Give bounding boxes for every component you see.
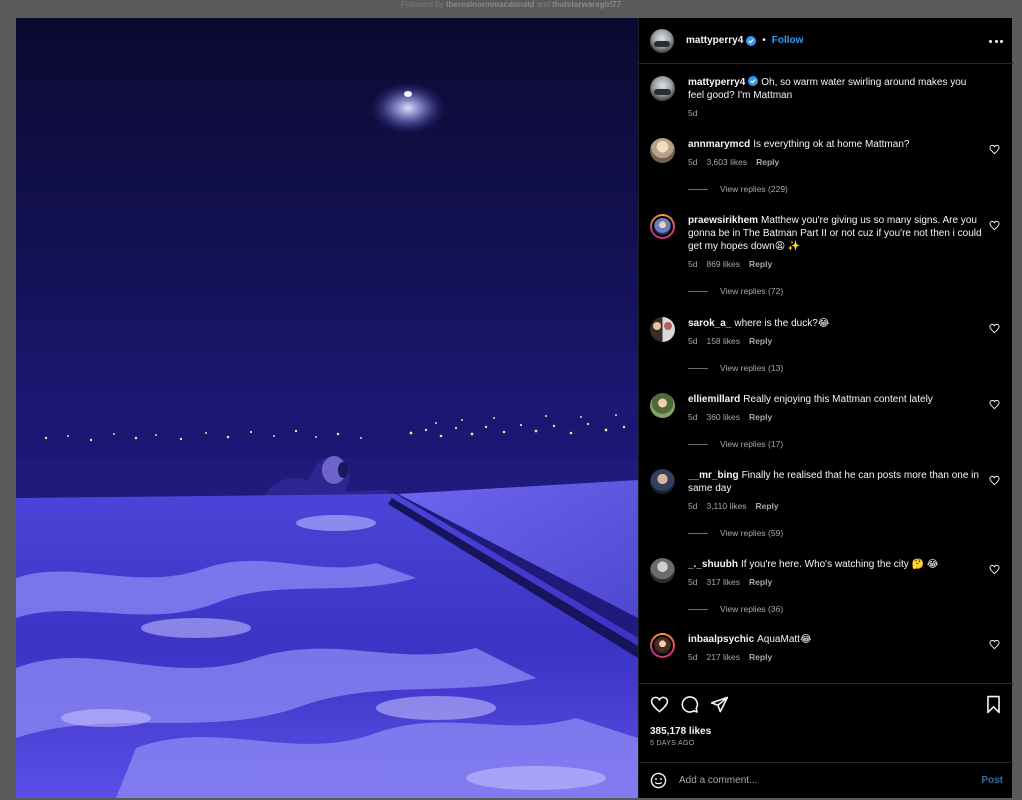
comment-item: __mr_bing Finally he realised that he can… [650, 469, 1000, 538]
followed-by-joiner: and [536, 0, 550, 9]
view-replies-label: View replies (13) [720, 363, 784, 373]
comment-time[interactable]: 5d [688, 336, 697, 346]
commenter-username[interactable]: praewsirikhem [688, 215, 758, 226]
commenter-username[interactable]: inbaalpsychic [688, 634, 754, 645]
comment-time[interactable]: 5d [688, 259, 697, 269]
comment-text: Is everything ok at home Mattman? [753, 139, 910, 150]
share-icon[interactable] [710, 695, 729, 714]
comment-likes[interactable]: 3,110 likes [706, 501, 746, 511]
commenter-avatar[interactable] [650, 558, 675, 583]
heart-icon[interactable] [989, 144, 1000, 155]
verified-icon [746, 35, 757, 46]
comment-time[interactable]: 5d [688, 157, 697, 167]
caption-time[interactable]: 5d [688, 108, 697, 118]
comment-time[interactable]: 5d [688, 577, 697, 587]
followed-by-prefix: Followed by [400, 0, 444, 9]
author-avatar[interactable] [650, 28, 674, 53]
heart-icon[interactable] [989, 639, 1000, 650]
view-replies-label: View replies (72) [720, 286, 784, 296]
view-replies-label: View replies (59) [720, 528, 784, 538]
commenter-avatar[interactable] [650, 469, 675, 494]
commenter-avatar[interactable] [650, 393, 675, 418]
view-replies-label: View replies (229) [720, 184, 788, 194]
view-replies-button[interactable]: View replies (59) [688, 528, 984, 538]
bookmark-icon[interactable] [984, 695, 1003, 714]
comment-item: sarok_a_ where is the duck?😂 5d 158 likes R… [650, 317, 1000, 373]
caption-avatar[interactable] [650, 76, 675, 101]
post-photo[interactable] [16, 18, 638, 798]
view-replies-button[interactable]: View replies (17) [688, 439, 984, 449]
add-comment-bar: Post [639, 762, 1013, 798]
reply-button[interactable]: Reply [749, 652, 772, 662]
comment-time[interactable]: 5d [688, 412, 697, 422]
comment-time[interactable]: 5d [688, 501, 697, 511]
comment-likes[interactable]: 317 likes [706, 577, 740, 587]
reply-button[interactable]: Reply [755, 501, 778, 511]
reply-button[interactable]: Reply [749, 577, 772, 587]
post-date[interactable]: 5 DAYS AGO [650, 740, 695, 747]
follow-button[interactable]: Follow [772, 35, 804, 46]
commenter-avatar[interactable] [650, 138, 675, 163]
comment-input[interactable] [679, 775, 959, 786]
heart-icon[interactable] [989, 323, 1000, 334]
reply-button[interactable]: Reply [749, 259, 772, 269]
commenter-username[interactable]: __mr_bing [688, 470, 739, 481]
comment-icon[interactable] [680, 695, 699, 714]
heart-icon[interactable] [989, 475, 1000, 486]
followed-by-user-1[interactable]: therealnormmacdonald [446, 0, 534, 9]
header-separator: • [762, 35, 766, 46]
like-count[interactable]: 385,178 likes [650, 726, 711, 737]
comments-list[interactable]: mattyperry4 Oh, so warm water swirling ar… [639, 65, 1013, 683]
commenter-username[interactable]: _._shuubh [688, 559, 738, 570]
view-replies-button[interactable]: View replies (36) [688, 604, 984, 614]
more-icon[interactable] [989, 34, 1003, 48]
reply-button[interactable]: Reply [756, 157, 779, 167]
comment-item: annmarymcd Is everything ok at home Mattm… [650, 138, 1000, 194]
commenter-username[interactable]: sarok_a_ [688, 318, 731, 329]
comment-text: If you're here. Who's watching the city … [741, 559, 939, 570]
followed-by-bar: Followed by therealnormmacdonald and tha… [0, 0, 1022, 18]
view-replies-button[interactable]: View replies (229) [688, 184, 984, 194]
post-side-panel: mattyperry4 • Follow mattyperry4 Oh, so w… [638, 18, 1013, 798]
comment-text: AquaMatt😂 [757, 634, 812, 645]
view-replies-label: View replies (36) [720, 604, 784, 614]
comment-text: where is the duck?😂 [734, 318, 830, 329]
post-caption: mattyperry4 Oh, so warm water swirling ar… [650, 76, 1000, 118]
commenter-avatar[interactable] [650, 317, 675, 342]
reply-button[interactable]: Reply [749, 336, 772, 346]
author-username[interactable]: mattyperry4 [686, 35, 743, 46]
post-header: mattyperry4 • Follow [639, 18, 1013, 64]
commenter-avatar[interactable] [650, 214, 675, 239]
heart-icon[interactable] [650, 695, 669, 714]
comment-item: elliemillard Really enjoying this Mattman… [650, 393, 1000, 449]
reply-button[interactable]: Reply [749, 412, 772, 422]
comment-item: praewsirikhem Matthew you're giving us so… [650, 214, 1000, 296]
comment-likes[interactable]: 360 likes [706, 412, 740, 422]
comment-item: _._shuubh If you're here. Who's watching … [650, 558, 1000, 614]
caption-username[interactable]: mattyperry4 [688, 77, 745, 88]
verified-icon [748, 76, 759, 86]
heart-icon[interactable] [989, 564, 1000, 575]
heart-icon[interactable] [989, 399, 1000, 410]
comment-likes[interactable]: 217 likes [706, 652, 740, 662]
post-actions: 385,178 likes 5 DAYS AGO [639, 683, 1013, 769]
comment-time[interactable]: 5d [688, 652, 697, 662]
view-replies-button[interactable]: View replies (13) [688, 363, 984, 373]
comment-likes[interactable]: 158 likes [706, 336, 740, 346]
post-button[interactable]: Post [981, 775, 1003, 786]
comment-item: inbaalpsychic AquaMatt😂 5d 217 likes Reply [650, 633, 1000, 662]
comment-likes[interactable]: 869 likes [706, 259, 740, 269]
post-modal: mattyperry4 • Follow mattyperry4 Oh, so w… [16, 18, 1013, 798]
view-replies-button[interactable]: View replies (72) [688, 286, 984, 296]
commenter-username[interactable]: annmarymcd [688, 139, 750, 150]
commenter-avatar[interactable] [650, 633, 675, 658]
view-replies-label: View replies (17) [720, 439, 784, 449]
comment-text: Really enjoying this Mattman content lat… [743, 394, 933, 405]
comment-likes[interactable]: 3,603 likes [706, 157, 747, 167]
heart-icon[interactable] [989, 220, 1000, 231]
post-photo-image [16, 18, 638, 798]
followed-by-user-2[interactable]: thatstarwarsgirl77 [552, 0, 621, 9]
commenter-username[interactable]: elliemillard [688, 394, 740, 405]
emoji-icon[interactable] [650, 772, 667, 789]
